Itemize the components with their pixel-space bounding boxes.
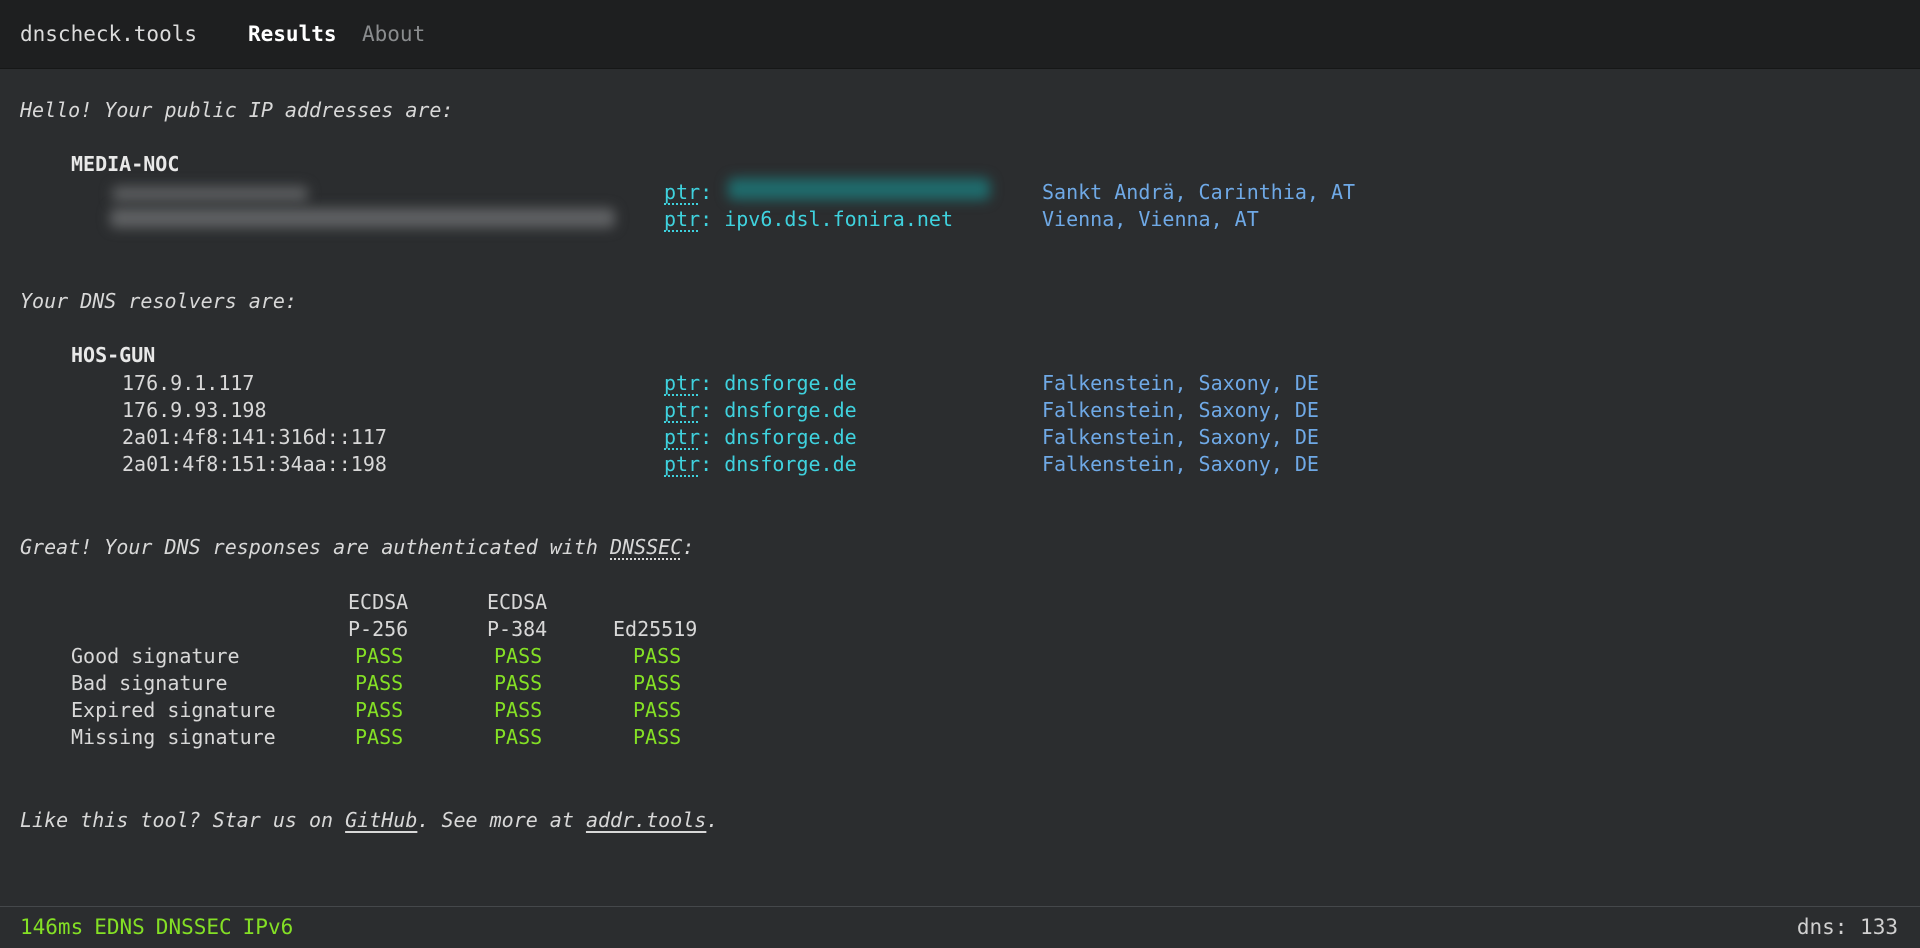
- ip-row-ptr: ptr: ipv6.dsl.fonira.net: [664, 207, 953, 231]
- dnssec-row-label: Good signature: [71, 644, 240, 668]
- dnssec-result: PASS: [633, 644, 682, 668]
- dnssec-result: PASS: [355, 725, 404, 749]
- ptr-value: ipv6.dsl.fonira.net: [724, 207, 953, 231]
- redacted-ptr-value: [728, 178, 990, 200]
- ptr-value: dnsforge.de: [724, 452, 857, 476]
- resolver-section-intro: Your DNS resolvers are:: [20, 289, 297, 313]
- nav-tab-about[interactable]: About: [362, 22, 425, 46]
- dnssec-result: PASS: [494, 671, 543, 695]
- addr-tools-link[interactable]: addr.tools: [586, 808, 706, 832]
- resolver-ip: 2a01:4f8:151:34aa::198: [122, 452, 387, 476]
- status-bar: 146ms EDNS DNSSEC IPv6 dns: 133: [0, 906, 1920, 948]
- ptr-label: ptr: [664, 425, 701, 449]
- promo-line: Like this tool? Star us on GitHub. See m…: [20, 808, 718, 832]
- resolver-provider-name: HOS-GUN: [71, 343, 156, 367]
- ptr-label: ptr: [664, 180, 701, 204]
- dnssec-flag: DNSSEC: [155, 915, 232, 939]
- ptr-label: ptr: [664, 207, 701, 231]
- ptr-colon: :: [700, 371, 725, 395]
- ptr-value: dnsforge.de: [724, 398, 857, 422]
- edns-flag: EDNS: [94, 915, 145, 939]
- top-nav-bar: dnscheck.tools Results About: [0, 0, 1920, 69]
- dnssec-row-label: Missing signature: [71, 725, 276, 749]
- status-flags: 146ms EDNS DNSSEC IPv6: [20, 915, 304, 939]
- resolver-ptr: ptr: dnsforge.de: [664, 452, 857, 476]
- dnssec-result: PASS: [494, 644, 543, 668]
- promo-text: . See more at: [417, 808, 586, 832]
- dnssec-result: PASS: [355, 644, 404, 668]
- dnssec-row-label: Bad signature: [71, 671, 228, 695]
- resolver-ip: 2a01:4f8:141:316d::117: [122, 425, 387, 449]
- results-content: Hello! Your public IP addresses are: MED…: [0, 68, 1920, 906]
- resolver-ptr: ptr: dnsforge.de: [664, 398, 857, 422]
- ptr-colon: :: [700, 180, 713, 204]
- ptr-value: dnsforge.de: [724, 425, 857, 449]
- ip-provider-name: MEDIA-NOC: [71, 152, 180, 176]
- ip-row-ptr: ptr:: [664, 180, 712, 204]
- dnssec-column-header: ECDSA: [487, 590, 548, 614]
- dnssec-result: PASS: [355, 671, 404, 695]
- resolver-ptr: ptr: dnsforge.de: [664, 371, 857, 395]
- ptr-colon: :: [700, 452, 725, 476]
- ptr-label: ptr: [664, 452, 701, 476]
- resolver-ip: 176.9.93.198: [122, 398, 267, 422]
- ip-location: Sankt Andrä, Carinthia, AT: [1042, 180, 1356, 204]
- ptr-label: ptr: [664, 371, 701, 395]
- dnssec-column-header: P-256: [348, 617, 409, 641]
- latency-value: 146ms: [20, 915, 84, 939]
- dnssec-result: PASS: [494, 698, 543, 722]
- dnssec-result: PASS: [633, 698, 682, 722]
- promo-text: Like this tool? Star us on: [20, 808, 346, 832]
- dnssec-section-intro: Great! Your DNS responses are authentica…: [20, 535, 694, 559]
- ptr-colon: :: [700, 398, 725, 422]
- resolver-location: Falkenstein, Saxony, DE: [1042, 425, 1319, 449]
- ip-section-intro: Hello! Your public IP addresses are:: [20, 98, 454, 122]
- dnssec-column-header: P-384: [487, 617, 548, 641]
- resolver-ptr: ptr: dnsforge.de: [664, 425, 857, 449]
- promo-text: .: [706, 808, 719, 832]
- dns-query-count: dns: 133: [1796, 915, 1898, 939]
- dnssec-result: PASS: [633, 725, 682, 749]
- dnssec-column-header: ECDSA: [348, 590, 409, 614]
- redacted-ipv4-address: [112, 186, 308, 202]
- dnssec-result: PASS: [633, 671, 682, 695]
- ptr-value: dnsforge.de: [724, 371, 857, 395]
- ptr-colon: :: [700, 207, 725, 231]
- dnssec-term: DNSSEC: [610, 535, 683, 559]
- dnssec-row-label: Expired signature: [71, 698, 276, 722]
- nav-tab-results[interactable]: Results: [248, 22, 337, 46]
- ptr-colon: :: [700, 425, 725, 449]
- resolver-location: Falkenstein, Saxony, DE: [1042, 452, 1319, 476]
- resolver-location: Falkenstein, Saxony, DE: [1042, 371, 1319, 395]
- resolver-ip: 176.9.1.117: [122, 371, 255, 395]
- github-link[interactable]: GitHub: [345, 808, 417, 832]
- dnssec-result: PASS: [494, 725, 543, 749]
- dnssec-result: PASS: [355, 698, 404, 722]
- dnssec-intro-suffix: :: [682, 535, 695, 559]
- site-brand-link[interactable]: dnscheck.tools: [20, 22, 197, 46]
- ptr-label: ptr: [664, 398, 701, 422]
- redacted-ipv6-address: [110, 208, 615, 228]
- dnssec-column-header: Ed25519: [613, 617, 698, 641]
- resolver-location: Falkenstein, Saxony, DE: [1042, 398, 1319, 422]
- dnssec-intro-text: Great! Your DNS responses are authentica…: [20, 535, 611, 559]
- ip-location: Vienna, Vienna, AT: [1042, 207, 1259, 231]
- ipv6-flag: IPv6: [242, 915, 294, 939]
